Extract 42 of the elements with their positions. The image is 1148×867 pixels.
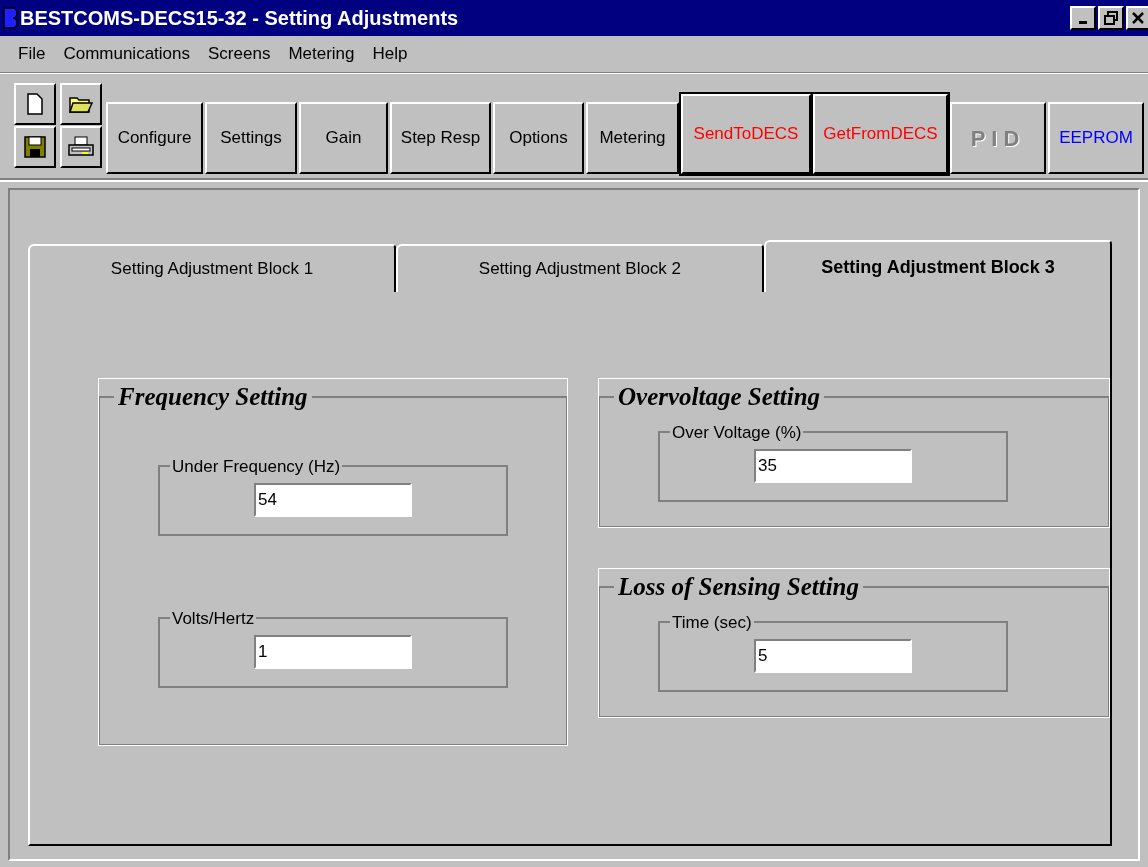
group-title: Frequency Setting [117, 382, 309, 412]
input-field[interactable]: 5 [754, 639, 912, 673]
toolbar-button[interactable] [14, 126, 56, 168]
input-field[interactable]: 54 [254, 483, 412, 517]
menu-item[interactable]: Help [372, 41, 408, 67]
folder-icon [68, 95, 93, 113]
close-button[interactable] [1126, 6, 1148, 30]
toolbar-button[interactable]: Gain [299, 102, 388, 174]
field-label: Time (sec) [671, 611, 753, 634]
restore-button[interactable] [1098, 6, 1124, 30]
minimize-icon [1079, 21, 1087, 24]
toolbar-button[interactable] [59, 83, 102, 125]
toolbar-button[interactable] [14, 83, 56, 125]
new-file-icon [26, 93, 44, 115]
field-label: Under Frequency (Hz) [171, 455, 342, 478]
input-field[interactable]: 1 [254, 635, 412, 669]
tab[interactable]: Setting Adjustment Block 3 [763, 240, 1112, 292]
field-label: Volts/Hertz [171, 607, 256, 630]
menu-item[interactable]: Screens [208, 41, 271, 67]
tab[interactable]: Setting Adjustment Block 2 [395, 244, 764, 292]
toolbar-button[interactable] [59, 126, 102, 168]
menu-item[interactable]: Metering [288, 41, 355, 67]
menu-item[interactable]: File [18, 41, 46, 67]
toolbar-button[interactable]: Configure [106, 102, 203, 174]
app-logo-icon [2, 6, 18, 30]
toolbar-button[interactable]: Options [493, 102, 584, 174]
toolbar-button: PID [950, 102, 1046, 174]
field-label: Over Voltage (%) [671, 421, 803, 444]
toolbar-button[interactable]: Step Resp [390, 102, 491, 174]
toolbar-button[interactable]: Metering [586, 102, 679, 174]
group-title: Overvoltage Setting [617, 382, 822, 412]
tab[interactable]: Setting Adjustment Block 1 [28, 244, 396, 292]
minimize-button[interactable] [1070, 6, 1096, 30]
toolbar-button[interactable]: Settings [205, 102, 297, 174]
toolbar-button[interactable]: EEPROM [1048, 102, 1144, 174]
group-title: Loss of Sensing Setting [617, 572, 861, 602]
input-field[interactable]: 35 [754, 449, 912, 483]
menu-item[interactable]: Communications [63, 41, 190, 67]
close-icon [1131, 11, 1145, 25]
printer-icon [67, 136, 94, 158]
restore-icon [1104, 11, 1118, 25]
window-title: BESTCOMS-DECS15-32 - Setting Adjustments [20, 6, 459, 31]
